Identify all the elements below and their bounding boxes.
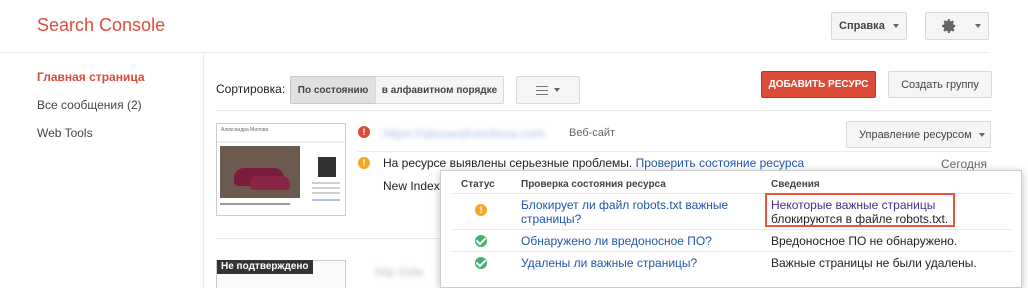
header-divider [0, 52, 990, 53]
site-thumbnail[interactable]: Александра Милова [216, 123, 346, 216]
error-icon: ! [358, 126, 370, 138]
thumbnail-site-title: Александра Милова [221, 127, 269, 133]
check-removed-pages-link[interactable]: Удалены ли важные страницы? [521, 256, 697, 270]
removed-pages-details: Важные страницы не были удалены. [771, 256, 977, 270]
issue-text: На ресурсе выявлены серьезные проблемы. [383, 156, 633, 170]
col-header-details: Сведения [771, 179, 820, 190]
sort-alphabetical-button[interactable]: в алфавитном порядке [375, 76, 504, 104]
malware-details: Вредоносное ПО не обнаружено. [771, 234, 958, 248]
manage-resource-button[interactable]: Управление ресурсом [846, 121, 991, 148]
app-title[interactable]: Search Console [37, 15, 165, 36]
check-malware-link[interactable]: Обнаружено ли вредоносное ПО? [521, 234, 712, 248]
popup-row-divider [451, 251, 1013, 252]
sort-by-status-button[interactable]: По состоянию [290, 76, 376, 104]
chevron-down-icon [978, 132, 985, 137]
chevron-down-icon [975, 24, 981, 28]
manage-resource-label: Управление ресурсом [859, 128, 972, 141]
col-header-status: Статус [461, 179, 495, 190]
warning-icon: ! [475, 204, 487, 216]
sidebar-item-web-tools[interactable]: Web Tools [37, 126, 93, 140]
unverified-badge: Не подтверждено [217, 260, 313, 274]
sidebar-divider [203, 53, 204, 288]
site-url-link[interactable]: https://alexandramilova.com [383, 126, 563, 141]
toolbar-divider [216, 110, 992, 111]
settings-button[interactable] [925, 12, 989, 40]
site-type-label: Веб-сайт [569, 127, 616, 139]
health-check-popup: Статус Проверка состояния ресурса Сведен… [440, 170, 1022, 288]
sidebar-item-home[interactable]: Главная страница [37, 70, 145, 84]
warning-icon: ! [358, 157, 370, 169]
popup-row-divider [451, 229, 1013, 230]
new-index-text: New Index [383, 179, 440, 193]
site2-url-link[interactable]: http://site [375, 265, 445, 279]
details-highlight-box [765, 193, 955, 227]
chevron-down-icon [554, 88, 560, 92]
check-icon [475, 235, 487, 247]
help-button-label: Справка [839, 20, 885, 32]
card-divider [216, 238, 441, 239]
check-icon [475, 257, 487, 269]
view-mode-button[interactable] [516, 76, 580, 104]
gear-icon [942, 19, 956, 33]
sidebar-item-messages[interactable]: Все сообщения (2) [37, 98, 142, 112]
list-view-icon [536, 85, 548, 95]
add-resource-button[interactable]: ДОБАВИТЬ РЕСУРС [761, 71, 876, 98]
help-button[interactable]: Справка [831, 12, 907, 40]
sort-label: Сортировка: [216, 82, 286, 96]
row-divider [355, 151, 992, 152]
issue-date: Сегодня [941, 157, 987, 171]
check-health-link[interactable]: Проверить состояние ресурса [636, 156, 805, 170]
issue-message: На ресурсе выявлены серьезные проблемы. … [383, 156, 804, 170]
col-header-check: Проверка состояния ресурса [521, 179, 666, 190]
check-robots-link[interactable]: Блокирует ли файл robots.txt важные стра… [521, 198, 728, 226]
create-group-button[interactable]: Создать группу [888, 71, 992, 98]
chevron-down-icon [893, 24, 899, 28]
